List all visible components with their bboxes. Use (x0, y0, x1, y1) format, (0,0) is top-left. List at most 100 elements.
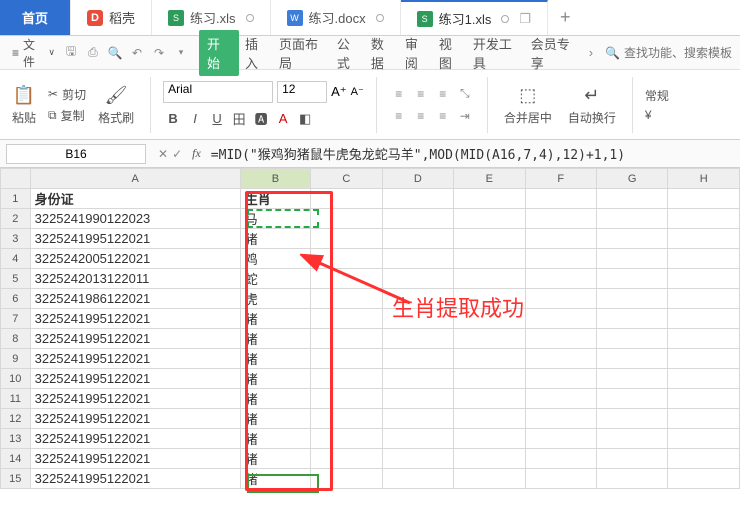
cell[interactable] (525, 209, 596, 229)
cell[interactable] (596, 269, 668, 289)
cell[interactable]: 猪 (240, 429, 310, 449)
cell[interactable] (454, 469, 525, 489)
cell[interactable] (596, 349, 668, 369)
row-header[interactable]: 15 (1, 469, 31, 489)
qat-dropdown-icon[interactable]: ▾ (173, 45, 189, 61)
cell[interactable] (382, 229, 453, 249)
cell[interactable] (382, 469, 453, 489)
underline-button[interactable]: U (207, 109, 227, 129)
cell[interactable] (454, 189, 525, 209)
cell[interactable] (454, 449, 525, 469)
cut-button[interactable]: ✂剪切 (48, 86, 86, 103)
cell[interactable] (596, 289, 668, 309)
cell[interactable] (382, 349, 453, 369)
orientation-icon[interactable]: ⤡ (455, 84, 475, 104)
cell[interactable] (668, 189, 740, 209)
save-icon[interactable]: 🖫 (63, 45, 79, 61)
format-painter-button[interactable]: 🖌 格式刷 (94, 81, 138, 128)
cell[interactable] (311, 449, 382, 469)
search-input[interactable] (624, 46, 734, 60)
wrap-text-button[interactable]: ↵ 自动换行 (564, 81, 620, 128)
cell[interactable] (525, 249, 596, 269)
row-header[interactable]: 14 (1, 449, 31, 469)
cell[interactable] (382, 369, 453, 389)
row-header[interactable]: 3 (1, 229, 31, 249)
cell[interactable]: 3225242013122011 (30, 269, 240, 289)
cell[interactable] (382, 269, 453, 289)
col-header-A[interactable]: A (30, 169, 240, 189)
font-size-combo[interactable]: 12 (277, 81, 327, 103)
ribbon-tab-dev[interactable]: 开发工具 (469, 30, 525, 76)
select-all-corner[interactable] (1, 169, 31, 189)
cell[interactable] (525, 309, 596, 329)
cell[interactable] (596, 329, 668, 349)
font-color-button[interactable]: A (273, 109, 293, 129)
cell[interactable] (311, 289, 382, 309)
cell[interactable] (382, 189, 453, 209)
cell[interactable]: 3225241995122021 (30, 309, 240, 329)
align-right-icon[interactable]: ≡ (433, 106, 453, 126)
cell[interactable] (668, 409, 740, 429)
cell[interactable] (525, 409, 596, 429)
file-menu[interactable]: ≡ 文件 ∨ (6, 34, 61, 72)
cell[interactable]: 3225241995122021 (30, 469, 240, 489)
cell[interactable] (525, 469, 596, 489)
ribbon-tab-layout[interactable]: 页面布局 (275, 30, 331, 76)
ribbon-tab-member[interactable]: 会员专享 (527, 30, 583, 76)
increase-font-icon[interactable]: A⁺ (331, 84, 347, 100)
align-left-icon[interactable]: ≡ (389, 106, 409, 126)
decrease-font-icon[interactable]: A⁻ (351, 85, 364, 98)
cell[interactable]: 身份证 (30, 189, 240, 209)
cell[interactable] (382, 289, 453, 309)
cell[interactable] (311, 229, 382, 249)
cell[interactable] (668, 289, 740, 309)
cell[interactable] (596, 409, 668, 429)
col-header-E[interactable]: E (454, 169, 525, 189)
cell[interactable] (454, 309, 525, 329)
cell[interactable] (382, 389, 453, 409)
cell[interactable]: 生肖 (240, 189, 310, 209)
redo-icon[interactable]: ↷ (151, 45, 167, 61)
cell[interactable] (454, 329, 525, 349)
cell[interactable] (668, 309, 740, 329)
cell[interactable]: 猪 (240, 369, 310, 389)
cell[interactable] (596, 389, 668, 409)
cell[interactable] (311, 389, 382, 409)
cell[interactable] (596, 429, 668, 449)
cell[interactable] (525, 329, 596, 349)
number-format-combo[interactable]: 常规 (645, 87, 669, 104)
cell[interactable] (596, 229, 668, 249)
cell[interactable] (382, 309, 453, 329)
row-header[interactable]: 2 (1, 209, 31, 229)
cell[interactable] (454, 269, 525, 289)
highlight-button[interactable]: ◧ (295, 109, 315, 129)
cell[interactable] (668, 209, 740, 229)
preview-icon[interactable]: 🔍 (107, 45, 123, 61)
ribbon-tab-formula[interactable]: 公式 (333, 30, 365, 76)
cell[interactable]: 3225241995122021 (30, 389, 240, 409)
row-header[interactable]: 12 (1, 409, 31, 429)
undo-icon[interactable]: ↶ (129, 45, 145, 61)
cell[interactable]: 3225241995122021 (30, 329, 240, 349)
fill-color-button[interactable]: 🅰 (251, 109, 271, 129)
confirm-icon[interactable]: ✓ (172, 147, 182, 161)
align-bottom-icon[interactable]: ≡ (433, 84, 453, 104)
cell[interactable]: 蛇 (240, 269, 310, 289)
cell[interactable] (525, 349, 596, 369)
tab-daoke[interactable]: D 稻壳 (71, 0, 152, 35)
cell[interactable]: 马 (240, 209, 310, 229)
cell[interactable] (454, 429, 525, 449)
cell[interactable] (382, 209, 453, 229)
ribbon-more-icon[interactable]: › (585, 41, 597, 64)
close-icon[interactable] (501, 15, 509, 23)
cell[interactable] (311, 209, 382, 229)
col-header-G[interactable]: G (596, 169, 668, 189)
cell[interactable] (668, 389, 740, 409)
row-header[interactable]: 1 (1, 189, 31, 209)
cell[interactable]: 猪 (240, 349, 310, 369)
ribbon-tab-start[interactable]: 开始 (199, 30, 239, 76)
col-header-C[interactable]: C (311, 169, 382, 189)
cell[interactable] (596, 369, 668, 389)
ribbon-tab-insert[interactable]: 插入 (241, 30, 273, 76)
align-center-icon[interactable]: ≡ (411, 106, 431, 126)
